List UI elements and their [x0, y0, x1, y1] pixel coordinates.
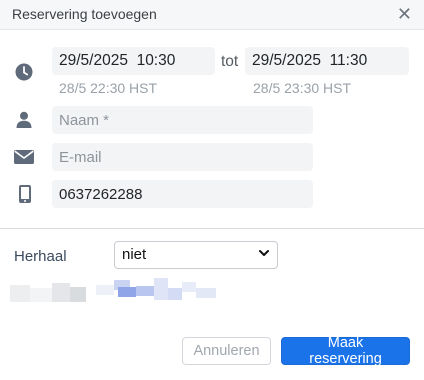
clock-icon: [15, 63, 33, 81]
repeat-select-value: niet: [122, 246, 147, 263]
start-timezone-label: 28/5 22:30 HST: [59, 80, 158, 96]
email-input[interactable]: [52, 143, 313, 171]
end-datetime-input[interactable]: [245, 47, 409, 75]
submit-button[interactable]: Maak reservering: [281, 335, 410, 367]
phone-input[interactable]: [52, 180, 313, 208]
name-input[interactable]: [52, 106, 313, 134]
repeat-label: Herhaal: [14, 248, 67, 265]
end-timezone-label: 28/5 23:30 HST: [253, 80, 352, 96]
phone-icon: [19, 185, 31, 203]
datetime-separator: tot: [221, 53, 239, 70]
dialog-header: Reservering toevoegen ✕: [0, 0, 424, 30]
close-icon[interactable]: ✕: [397, 4, 412, 24]
start-datetime-input[interactable]: [52, 47, 215, 75]
divider: [0, 228, 424, 229]
cancel-button[interactable]: Annuleren: [182, 337, 271, 365]
repeat-select[interactable]: niet: [114, 241, 278, 269]
person-icon: [16, 111, 32, 128]
chevron-down-icon: [259, 250, 269, 256]
envelope-icon: [14, 150, 34, 164]
dialog-title: Reservering toevoegen: [12, 6, 157, 22]
